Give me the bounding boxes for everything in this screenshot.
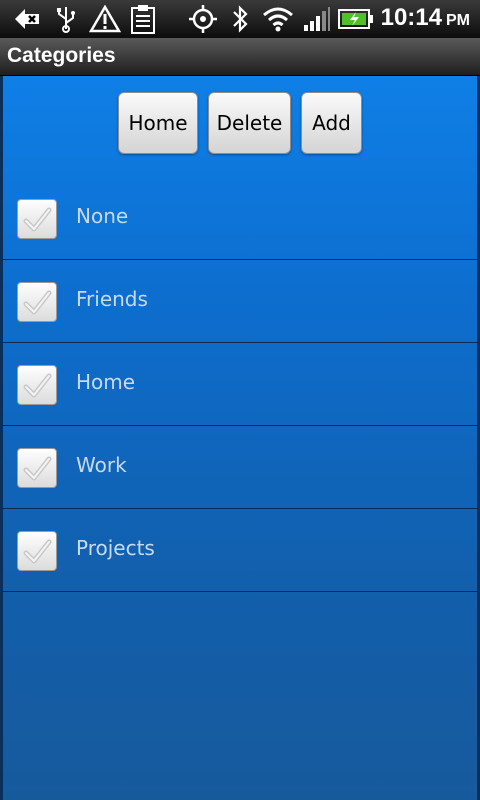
back-icon — [10, 5, 44, 33]
bluetooth-icon — [228, 5, 252, 33]
category-list: None Friends Home Work Projects — [3, 177, 477, 592]
clock-time: 10:14 — [380, 4, 442, 31]
add-button[interactable]: Add — [301, 92, 362, 154]
category-label: Friends — [76, 287, 148, 311]
wifi-icon — [260, 5, 296, 33]
check-icon — [23, 290, 52, 315]
status-bar: 10:14 PM — [0, 0, 480, 38]
delete-button[interactable]: Delete — [208, 92, 291, 154]
signal-icon — [302, 5, 332, 33]
page-title: Categories — [7, 44, 116, 67]
battery-icon — [338, 5, 374, 33]
check-icon — [23, 539, 52, 564]
list-item[interactable]: Work — [3, 426, 477, 509]
checkbox[interactable] — [17, 531, 57, 571]
check-icon — [23, 207, 52, 232]
category-label: None — [76, 204, 129, 228]
category-label: Work — [76, 453, 127, 477]
toolbar: Home Delete Add — [3, 92, 477, 154]
checkbox[interactable] — [17, 448, 57, 488]
check-icon — [23, 373, 52, 398]
checkbox[interactable] — [17, 199, 57, 239]
main-content: Home Delete Add None Friends Home Work P… — [0, 76, 480, 800]
warning-icon — [88, 5, 122, 33]
clipboard-icon — [128, 5, 158, 34]
title-bar: Categories — [0, 38, 480, 76]
list-item[interactable]: None — [3, 177, 477, 260]
checkbox[interactable] — [17, 365, 57, 405]
list-item[interactable]: Friends — [3, 260, 477, 343]
list-item[interactable]: Projects — [3, 509, 477, 592]
clock-ampm: PM — [446, 12, 470, 29]
list-item[interactable]: Home — [3, 343, 477, 426]
category-label: Home — [76, 370, 136, 394]
category-label: Projects — [76, 536, 155, 560]
usb-icon — [52, 5, 80, 33]
clock: 10:14 PM — [381, 4, 470, 34]
checkbox[interactable] — [17, 282, 57, 322]
check-icon — [23, 456, 52, 481]
gps-icon — [186, 5, 220, 33]
home-button[interactable]: Home — [118, 92, 198, 154]
